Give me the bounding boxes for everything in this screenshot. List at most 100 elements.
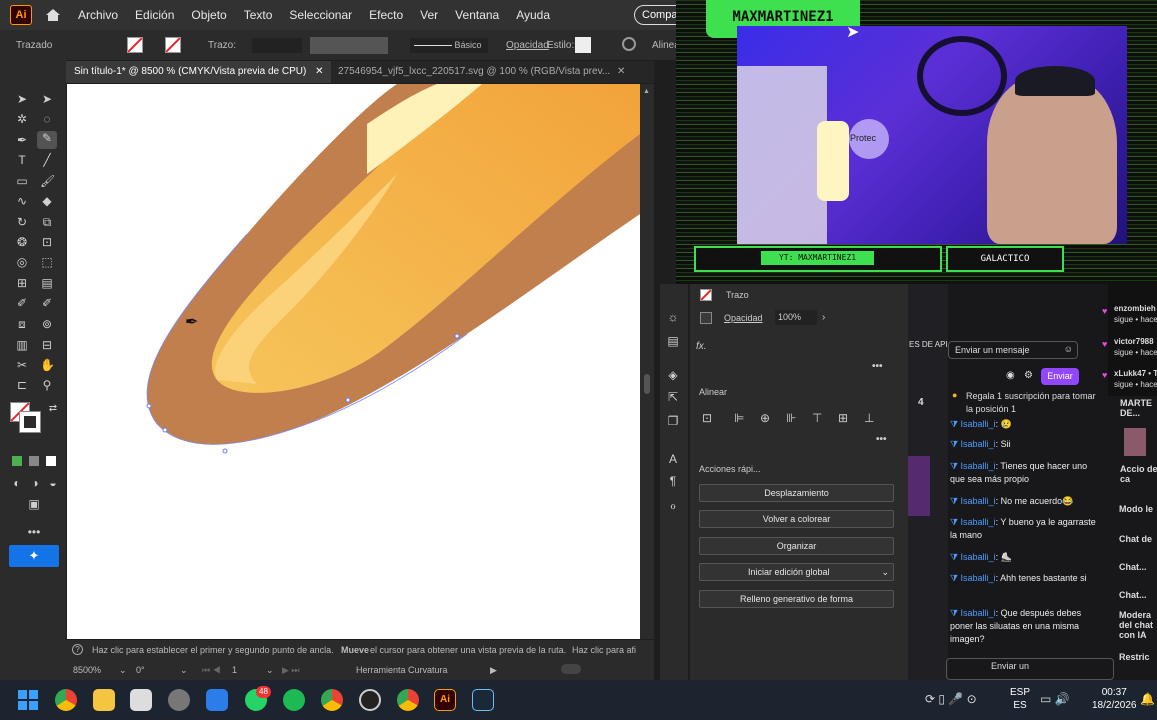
menu-edicion[interactable]: Edición xyxy=(135,8,174,22)
draw-behind-icon[interactable]: ◑ xyxy=(28,476,42,490)
line-tool-icon[interactable]: ╱ xyxy=(40,153,54,167)
align-bottom-icon[interactable]: ⊥ xyxy=(864,411,874,425)
paragraph-icon[interactable]: ¶ xyxy=(666,474,680,488)
scroll-thumb[interactable] xyxy=(644,374,650,394)
close-icon[interactable]: ✕ xyxy=(315,66,323,77)
chat-username[interactable]: Isaballi_i xyxy=(961,517,996,527)
stroke-swatch[interactable] xyxy=(165,37,181,53)
menu-objeto[interactable]: Objeto xyxy=(191,8,226,22)
libraries-icon[interactable]: ▤ xyxy=(666,334,680,348)
generative-ai-icon[interactable]: ✦ xyxy=(9,545,59,567)
chat-username[interactable]: Isaballi_i xyxy=(961,552,996,562)
chat-username[interactable]: Isaballi_i xyxy=(961,496,996,506)
send-button[interactable]: Enviar xyxy=(1041,368,1079,385)
align-left-icon[interactable]: ⊫ xyxy=(734,411,744,425)
offset-path-button[interactable]: Desplazamiento xyxy=(699,484,894,502)
generative-shape-fill-button[interactable]: Relleno generativo de forma xyxy=(699,590,894,608)
hand-tool-icon[interactable]: ✋ xyxy=(40,358,55,372)
spotify-icon[interactable] xyxy=(283,689,305,711)
more-options-icon[interactable]: ••• xyxy=(872,361,883,372)
pen-tool-icon[interactable]: ✒ xyxy=(15,133,29,147)
github-icon[interactable] xyxy=(168,689,190,711)
paintbrush-icon[interactable]: 🖌 xyxy=(40,174,55,188)
snipping-tool-icon[interactable] xyxy=(130,689,152,711)
scroll-up-icon[interactable]: ▲ xyxy=(643,88,650,95)
menu-item[interactable]: Restric xyxy=(1119,652,1150,662)
align-vcenter-icon[interactable]: ⊞ xyxy=(838,411,848,425)
menu-item[interactable]: Accio de ca xyxy=(1120,464,1157,484)
artboards-icon[interactable]: ❐ xyxy=(666,414,680,428)
file-explorer-icon[interactable] xyxy=(93,689,115,711)
align-hcenter-icon[interactable]: ⊕ xyxy=(760,411,770,425)
menu-efecto[interactable]: Efecto xyxy=(369,8,403,22)
chat-settings-icon[interactable]: ⚙ xyxy=(1024,370,1033,381)
color-mode-icon[interactable] xyxy=(12,456,22,466)
illustrator-taskbar-icon[interactable]: Ai xyxy=(434,689,456,711)
chat-username[interactable]: Isaballi_i xyxy=(961,439,996,449)
recolor-icon[interactable] xyxy=(622,37,636,51)
windows-start-icon[interactable] xyxy=(17,689,39,711)
chrome-profile-icon[interactable] xyxy=(321,689,343,711)
notification-bell-icon[interactable]: 🔔 xyxy=(1140,692,1155,706)
fill-swatch[interactable] xyxy=(127,37,143,53)
draw-inside-icon[interactable]: ◒ xyxy=(46,476,60,490)
gradient-tool-icon[interactable]: ▤ xyxy=(40,276,54,290)
zoom-level[interactable]: 8500% xyxy=(73,665,101,675)
sun-icon[interactable]: ☼ xyxy=(666,310,680,324)
stroke-color-icon[interactable] xyxy=(19,411,41,433)
artboard-tool-icon[interactable]: ⊟ xyxy=(40,338,54,352)
menu-item[interactable]: Chat... xyxy=(1119,590,1147,600)
fill-stroke-widget[interactable] xyxy=(10,402,41,433)
obs-icon[interactable] xyxy=(359,689,381,711)
tray-icons[interactable]: ⟳ ▯ 🎤 ⊙ xyxy=(925,692,977,706)
eyedropper-icon[interactable]: ✐ xyxy=(15,296,29,310)
scale-tool-icon[interactable]: ⧉ xyxy=(40,215,54,229)
type-tool-icon[interactable]: T xyxy=(15,153,29,167)
align-to-icon[interactable]: ⊡ xyxy=(702,411,712,425)
calculator-icon[interactable] xyxy=(206,689,228,711)
next-artboard-icon[interactable]: ▶ ⏭ xyxy=(282,665,300,676)
tab-untitled[interactable]: Sin título-1* @ 8500 % (CMYK/Vista previ… xyxy=(66,61,332,83)
export-icon[interactable]: ⇱ xyxy=(666,390,680,404)
rotate-tool-icon[interactable]: ↻ xyxy=(15,215,29,229)
eraser-icon[interactable]: ◆ xyxy=(40,194,54,208)
chrome-icon[interactable] xyxy=(55,689,77,711)
stroke-swatch-icon[interactable] xyxy=(700,289,712,301)
screen-mode-icon[interactable]: ▣ xyxy=(27,497,41,511)
steam-icon[interactable] xyxy=(472,689,494,711)
chat-username[interactable]: Isaballi_i xyxy=(961,573,996,583)
help-icon[interactable]: ? xyxy=(72,644,83,655)
menu-item[interactable]: Chat... xyxy=(1119,562,1147,572)
brush-select[interactable]: Básico xyxy=(410,38,488,53)
eyedropper2-icon[interactable]: ✐ xyxy=(40,296,54,310)
curvature-tool-icon[interactable]: ✎ xyxy=(37,131,57,149)
menu-ver[interactable]: Ver xyxy=(420,8,438,22)
emote-icon[interactable]: ☺ xyxy=(1064,344,1073,354)
recolor-button[interactable]: Volver a colorear xyxy=(699,510,894,528)
menu-ventana[interactable]: Ventana xyxy=(455,8,499,22)
zoom-dropdown-icon[interactable]: ⌄ xyxy=(119,665,127,676)
menu-seleccionar[interactable]: Seleccionar xyxy=(289,8,352,22)
opacity-label[interactable]: Opacidad xyxy=(724,313,763,323)
more-tools-icon[interactable]: ••• xyxy=(27,525,41,539)
live-paint-icon[interactable]: ⬚ xyxy=(40,255,54,269)
clock[interactable]: 00:37 18/2/2026 xyxy=(1092,686,1137,712)
blend-tool-icon[interactable]: ⧈ xyxy=(15,317,29,331)
opacity-arrow-icon[interactable]: › xyxy=(822,312,825,323)
style-swatch[interactable] xyxy=(575,37,591,53)
first-artboard-icon[interactable]: ⏮ ◀ xyxy=(202,665,221,676)
character-icon[interactable]: A xyxy=(666,452,680,466)
menu-texto[interactable]: Texto xyxy=(244,8,273,22)
artboard-number[interactable]: 1 xyxy=(232,665,237,675)
chevron-down-icon[interactable]: ⌄ xyxy=(881,564,889,580)
status-menu-icon[interactable]: ▶ xyxy=(490,665,497,676)
magic-wand-icon[interactable]: ✲ xyxy=(15,112,29,126)
print-tiling-icon[interactable]: ⊏ xyxy=(15,378,29,392)
artboard-canvas[interactable]: ✒ xyxy=(67,84,640,639)
artwork-illustration[interactable] xyxy=(67,84,640,639)
vertical-scrollbar[interactable]: ▲ xyxy=(640,84,654,639)
chrome-app-icon[interactable] xyxy=(397,689,419,711)
opentype-icon[interactable]: ℴ xyxy=(666,498,680,512)
horizontal-scroll-thumb[interactable] xyxy=(561,664,581,674)
slice-tool-icon[interactable]: ✂ xyxy=(15,358,29,372)
